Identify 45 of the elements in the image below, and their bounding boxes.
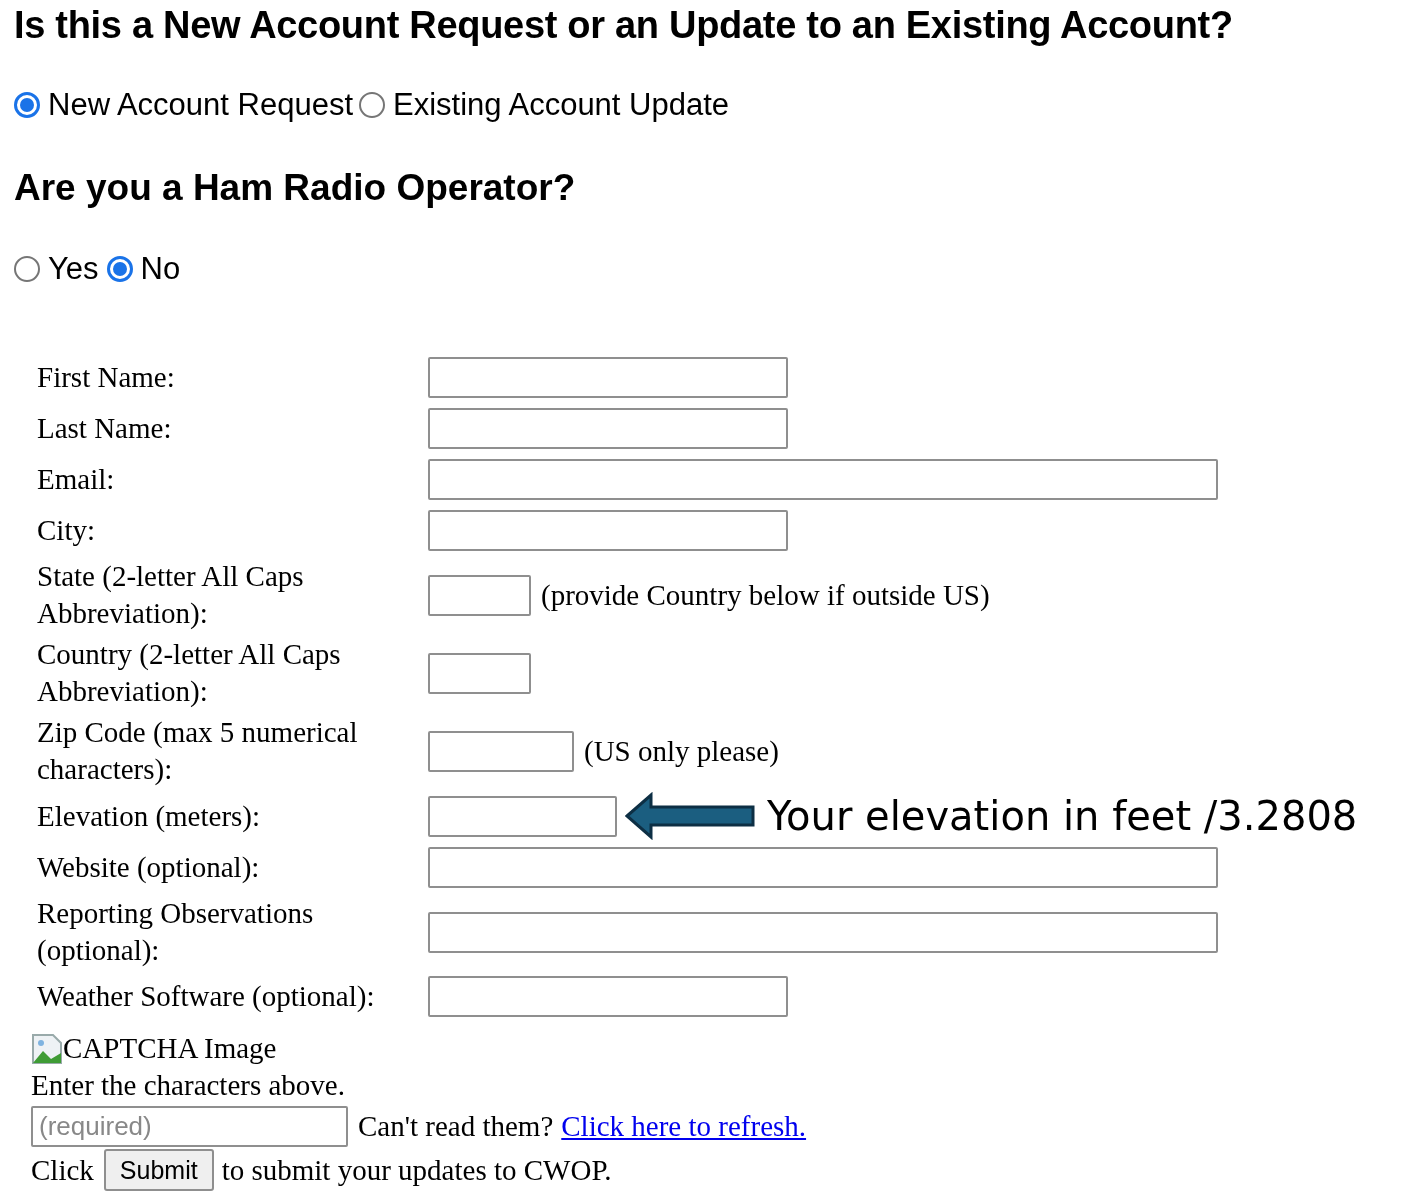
text-input[interactable] xyxy=(428,730,574,772)
submit-text: Click xyxy=(31,1152,94,1188)
page-heading: Is this a New Account Request or an Update to an Existing Account? xyxy=(14,3,1234,44)
submit-text: to submit your updates to CWOP. xyxy=(221,1152,612,1188)
text-input[interactable] xyxy=(428,847,1218,888)
field-note: (provide Country below if outside US) xyxy=(541,577,990,613)
captcha-instruction: Enter the characters above. xyxy=(31,1069,345,1101)
field-label: Email: xyxy=(37,462,116,497)
option-label: Existing Account Update xyxy=(393,86,730,124)
submit-button[interactable]: Submit xyxy=(103,1149,214,1191)
radio-button[interactable] xyxy=(14,92,40,119)
field-label: First Name: xyxy=(37,360,176,395)
radio-button[interactable] xyxy=(106,255,133,282)
section-heading: Are you a Ham Radio Operator? xyxy=(14,168,577,206)
field-label: Weather Software (optional): xyxy=(37,979,376,1014)
text-input[interactable] xyxy=(428,357,788,398)
field-label: Website (optional): xyxy=(37,850,261,885)
radio-button[interactable] xyxy=(359,92,385,119)
text-input[interactable] xyxy=(428,652,531,694)
field-note: (US only please) xyxy=(584,733,779,769)
text-input[interactable] xyxy=(428,795,617,837)
option-label: No xyxy=(140,249,181,288)
text-input[interactable] xyxy=(428,408,788,449)
refresh-prompt: Can't read them? xyxy=(358,1109,554,1144)
captcha-input[interactable]: (required) xyxy=(31,1106,348,1147)
arrow-icon xyxy=(625,792,757,840)
field-label: Country (2-letter All Caps Abbreviation): xyxy=(37,637,342,709)
field-label: State (2-letter All Caps Abbreviation): xyxy=(37,559,305,631)
field-label: Reporting Observations (optional): xyxy=(37,896,315,968)
field-label: Zip Code (max 5 numerical characters): xyxy=(37,715,359,787)
field-label: Last Name: xyxy=(37,411,173,446)
text-input[interactable] xyxy=(428,574,531,616)
radio-button[interactable] xyxy=(14,255,40,282)
captcha-alt-text: CAPTCHA Image xyxy=(63,1031,277,1066)
field-label: City: xyxy=(37,513,96,548)
text-input[interactable] xyxy=(428,911,1218,953)
field-label: Elevation (meters): xyxy=(37,798,262,834)
option-label: Yes xyxy=(48,249,99,288)
text-input[interactable] xyxy=(428,510,788,551)
annotation-text: Your elevation in feet /3.2808 xyxy=(767,797,1358,835)
refresh-link[interactable]: Click here to refresh. xyxy=(561,1108,807,1145)
option-label: New Account Request xyxy=(48,86,353,124)
text-input[interactable] xyxy=(428,976,788,1017)
broken-image-icon xyxy=(31,1032,63,1065)
text-input[interactable] xyxy=(428,459,1218,500)
